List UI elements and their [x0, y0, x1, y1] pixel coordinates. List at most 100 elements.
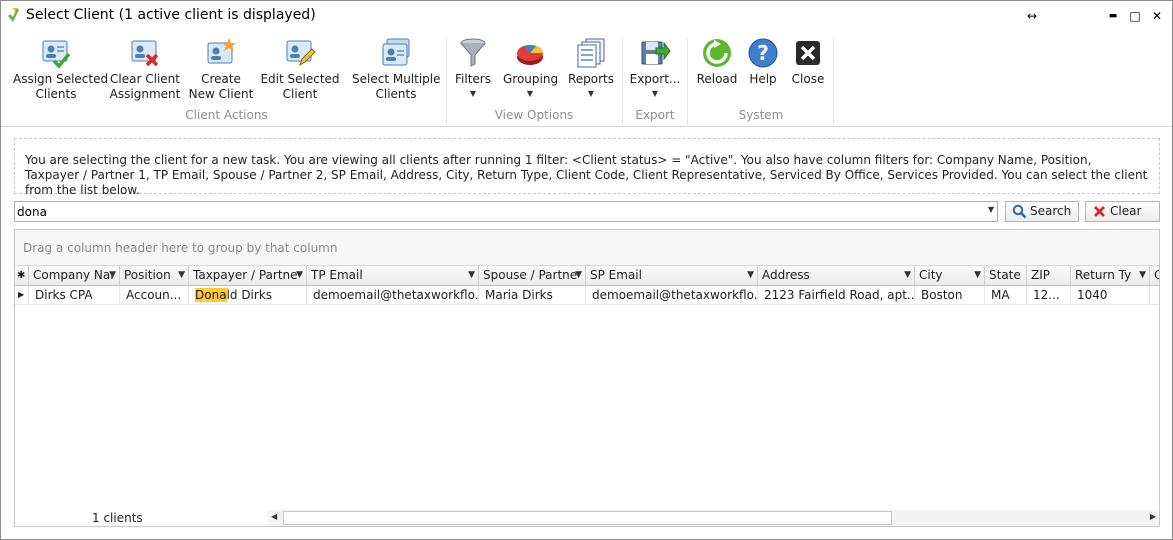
- cell-city[interactable]: Boston: [915, 286, 985, 305]
- create-client-label-1: Create: [201, 72, 241, 86]
- column-header-position[interactable]: Position ▼: [120, 266, 189, 285]
- export-dropdown-button[interactable]: Export... ▼: [629, 37, 681, 99]
- chevron-down-icon: ▼: [651, 89, 659, 98]
- grouping-label: Grouping: [503, 72, 559, 86]
- select-multiple-label-2: Clients: [375, 87, 417, 101]
- cell-client-code[interactable]: [1150, 286, 1159, 305]
- export-icon: [641, 41, 671, 65]
- group-separator: [622, 39, 623, 125]
- column-header-label: Position: [124, 268, 171, 282]
- create-client-icon: [207, 38, 236, 64]
- column-header-label: TP Email: [311, 268, 363, 282]
- close-window-button[interactable]: ✕: [1148, 7, 1166, 25]
- filter-icon[interactable]: ▼: [1139, 266, 1146, 285]
- horizontal-scrollbar[interactable]: ◀ ▶: [268, 510, 1159, 526]
- filter-icon[interactable]: ▼: [575, 266, 582, 285]
- filter-icon[interactable]: ▼: [747, 266, 754, 285]
- column-header-label: Spouse / Partne: [483, 268, 578, 282]
- column-header-city[interactable]: City ▼: [915, 266, 985, 285]
- cell-company[interactable]: Dirks CPA: [29, 286, 120, 305]
- column-header-label: Taxpayer / Partne: [193, 268, 298, 282]
- column-header-zip[interactable]: ZIP: [1027, 266, 1071, 285]
- edit-client-icon: [286, 40, 316, 67]
- cell-state[interactable]: MA: [985, 286, 1027, 305]
- edit-client-label-2: Client: [282, 87, 318, 101]
- column-header-company[interactable]: Company Nar ▼: [29, 266, 120, 285]
- group-separator: [833, 39, 834, 125]
- grouping-dropdown-button[interactable]: Grouping ▼: [503, 37, 559, 99]
- group-separator: [446, 39, 447, 125]
- help-button[interactable]: ? Help: [745, 37, 781, 87]
- scrollbar-thumb[interactable]: [283, 511, 892, 525]
- column-header-address[interactable]: Address ▼: [758, 266, 915, 285]
- column-header-label: SP Email: [590, 268, 642, 282]
- create-new-client-button[interactable]: Create New Client: [188, 37, 254, 102]
- filter-icon[interactable]: ▼: [468, 266, 475, 285]
- search-match-highlight: Dona: [195, 288, 227, 302]
- close-button[interactable]: Close: [789, 37, 827, 87]
- reload-icon: [703, 39, 731, 67]
- cell-address[interactable]: 2123 Fairfield Road, apt...: [758, 286, 915, 305]
- reload-label: Reload: [696, 72, 738, 86]
- column-header-label: City: [919, 268, 943, 282]
- filter-icon[interactable]: ▼: [296, 266, 303, 285]
- column-header-spouse[interactable]: Spouse / Partne ▼: [479, 266, 586, 285]
- row-selector-header-icon[interactable]: ✱: [15, 266, 29, 285]
- help-icon: ?: [748, 38, 778, 68]
- minimize-button[interactable]: ▬: [1104, 7, 1122, 25]
- clear-client-assignment-button[interactable]: Clear Client Assignment: [106, 37, 184, 102]
- column-header-label: ZIP: [1031, 268, 1050, 282]
- filter-icon[interactable]: ▼: [904, 266, 911, 285]
- assign-selected-label-2: Clients: [35, 87, 77, 101]
- assign-selected-label-1: Assign Selected: [13, 72, 109, 86]
- cell-position[interactable]: Accoun...: [120, 286, 189, 305]
- chevron-down-icon[interactable]: ▼: [988, 205, 994, 214]
- search-combobox[interactable]: ▼: [14, 201, 998, 222]
- scroll-left-icon[interactable]: ◀: [271, 512, 277, 521]
- search-input[interactable]: [15, 202, 977, 221]
- edit-client-label-1: Edit Selected: [260, 72, 340, 86]
- filters-dropdown-button[interactable]: Filters ▼: [453, 37, 493, 99]
- search-button[interactable]: Search: [1005, 201, 1079, 222]
- cell-tp-email[interactable]: demoemail@thetaxworkflo...: [307, 286, 479, 305]
- filter-icon[interactable]: ▼: [178, 266, 185, 285]
- filters-label: Filters: [455, 72, 491, 86]
- close-icon: [796, 41, 820, 65]
- cell-zip[interactable]: 12...: [1027, 286, 1071, 305]
- reports-dropdown-button[interactable]: Reports ▼: [567, 37, 615, 99]
- assign-selected-clients-button[interactable]: Assign Selected Clients: [13, 37, 109, 102]
- cell-return-type[interactable]: 1040: [1071, 286, 1150, 305]
- column-header-label: Company Nar: [33, 268, 116, 282]
- filter-info-text: You are selecting the client for a new t…: [14, 138, 1160, 197]
- restore-size-icon[interactable]: ↔: [1023, 7, 1041, 25]
- cell-sp-email[interactable]: demoemail@thetaxworkflo...: [586, 286, 758, 305]
- column-header-return-type[interactable]: Return Ty ▼: [1071, 266, 1150, 285]
- clients-grid: Drag a column header here to group by th…: [14, 229, 1160, 527]
- column-header-state[interactable]: State: [985, 266, 1027, 285]
- cell-spouse[interactable]: Maria Dirks: [479, 286, 586, 305]
- table-row[interactable]: ▶ Dirks CPA Accoun... Donald Dirks demoe…: [15, 286, 1159, 305]
- column-header-taxpayer[interactable]: Taxpayer / Partne ▼: [189, 266, 307, 285]
- maximize-button[interactable]: □: [1126, 7, 1144, 25]
- column-header-tp-email[interactable]: TP Email ▼: [307, 266, 479, 285]
- column-header-sp-email[interactable]: SP Email ▼: [586, 266, 758, 285]
- group-label-view-options: View Options: [494, 108, 574, 122]
- edit-selected-client-button[interactable]: Edit Selected Client: [260, 37, 340, 102]
- app-logo-icon: [8, 8, 19, 22]
- cell-taxpayer[interactable]: Donald Dirks: [189, 286, 307, 305]
- group-by-panel[interactable]: Drag a column header here to group by th…: [15, 230, 1159, 266]
- select-client-window: Select Client (1 active client is displa…: [0, 0, 1173, 540]
- chevron-down-icon: ▼: [526, 89, 534, 98]
- filter-icon[interactable]: ▼: [974, 266, 981, 285]
- group-label-system: System: [738, 108, 784, 122]
- row-pointer-icon[interactable]: ▶: [15, 286, 29, 305]
- select-multiple-clients-button[interactable]: Select Multiple Clients: [352, 37, 441, 102]
- create-client-label-2: New Client: [188, 87, 254, 101]
- title-bar: Select Client (1 active client is displa…: [1, 1, 1172, 31]
- ribbon-divider: [1, 126, 1172, 127]
- filter-icon[interactable]: ▼: [109, 266, 116, 285]
- reload-button[interactable]: Reload: [695, 37, 739, 87]
- scroll-right-icon[interactable]: ▶: [1150, 512, 1156, 521]
- column-header-client-code[interactable]: C: [1150, 266, 1159, 285]
- clear-button[interactable]: Clear: [1085, 201, 1160, 222]
